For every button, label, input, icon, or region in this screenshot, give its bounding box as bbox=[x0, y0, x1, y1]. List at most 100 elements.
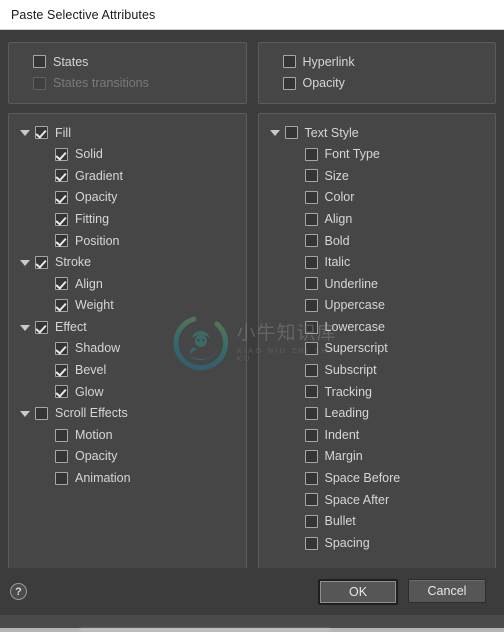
attribute-row[interactable]: Space After bbox=[259, 489, 496, 511]
attribute-row[interactable]: Bullet bbox=[259, 511, 496, 533]
attribute-row[interactable]: Bevel bbox=[9, 360, 246, 382]
checkbox-lowercase[interactable] bbox=[304, 320, 318, 334]
chevron-down-icon[interactable] bbox=[19, 126, 32, 139]
checkbox-fill[interactable] bbox=[35, 126, 48, 140]
graphic-attributes-panel: Fill Solid Gradient Opacity Fitting Position S… bbox=[8, 113, 247, 585]
attribute-row[interactable]: States transitions bbox=[9, 73, 246, 95]
help-icon[interactable]: ? bbox=[10, 583, 27, 600]
checkbox-gradient[interactable] bbox=[55, 169, 68, 183]
checkbox-motion[interactable] bbox=[55, 428, 68, 442]
checkbox-position[interactable] bbox=[55, 234, 68, 248]
attribute-row[interactable]: Superscript bbox=[259, 338, 496, 360]
attribute-row[interactable]: Bold bbox=[259, 230, 496, 252]
attribute-row[interactable]: Margin bbox=[259, 446, 496, 468]
attribute-row[interactable]: Uppercase bbox=[259, 295, 496, 317]
chevron-down-icon[interactable] bbox=[19, 407, 32, 420]
checkbox-label: Underline bbox=[324, 276, 379, 291]
attribute-row[interactable]: Underline bbox=[259, 273, 496, 295]
attribute-row[interactable]: Fill bbox=[9, 122, 246, 144]
checkbox-font-type[interactable] bbox=[304, 147, 318, 161]
attribute-row[interactable]: Fitting bbox=[9, 208, 246, 230]
checkbox-label: Align bbox=[75, 276, 103, 291]
checkbox-tracking[interactable] bbox=[304, 385, 318, 399]
attribute-row[interactable]: Size bbox=[259, 165, 496, 187]
checkbox-label: Fitting bbox=[75, 211, 110, 226]
attribute-row[interactable]: Font Type bbox=[259, 144, 496, 166]
attribute-row[interactable]: Effect bbox=[9, 316, 246, 338]
checkbox-weight[interactable] bbox=[55, 299, 68, 313]
checkbox-underline[interactable] bbox=[304, 277, 318, 291]
checkbox-hyperlink[interactable] bbox=[282, 55, 296, 69]
attribute-row[interactable]: Gradient bbox=[9, 165, 246, 187]
attribute-row[interactable]: Color bbox=[259, 187, 496, 209]
checkbox-opacity[interactable] bbox=[55, 450, 68, 464]
attribute-row[interactable]: Solid bbox=[9, 144, 246, 166]
checkbox-bullet[interactable] bbox=[304, 514, 318, 528]
attribute-row[interactable]: Align bbox=[9, 273, 246, 295]
checkbox-margin[interactable] bbox=[304, 450, 318, 464]
checkbox-leading[interactable] bbox=[304, 407, 318, 421]
checkbox-solid[interactable] bbox=[55, 147, 68, 161]
attribute-row[interactable]: Space Before bbox=[259, 468, 496, 490]
checkbox-uppercase[interactable] bbox=[304, 299, 318, 313]
attribute-row[interactable]: Scroll Effects bbox=[9, 403, 246, 425]
checkbox-shadow[interactable] bbox=[55, 342, 68, 356]
checkbox-align[interactable] bbox=[55, 277, 68, 291]
attribute-row[interactable]: Leading bbox=[259, 403, 496, 425]
attribute-row[interactable]: Indent bbox=[259, 424, 496, 446]
chevron-down-icon[interactable] bbox=[19, 321, 32, 334]
checkbox-spacing[interactable] bbox=[304, 536, 318, 550]
checkbox-space-before[interactable] bbox=[304, 471, 318, 485]
checkbox-fitting[interactable] bbox=[55, 212, 68, 226]
checkbox-superscript[interactable] bbox=[304, 342, 318, 356]
attribute-row[interactable]: Tracking bbox=[259, 381, 496, 403]
checkbox-opacity[interactable] bbox=[55, 191, 68, 205]
attribute-row[interactable]: Subscript bbox=[259, 360, 496, 382]
background-page-strip bbox=[0, 615, 504, 632]
checkbox-effect[interactable] bbox=[35, 320, 48, 334]
checkbox-size[interactable] bbox=[304, 169, 318, 183]
attribute-row[interactable]: Italic bbox=[259, 252, 496, 274]
attribute-row[interactable]: Position bbox=[9, 230, 246, 252]
attribute-row[interactable]: Stroke bbox=[9, 252, 246, 274]
attribute-row[interactable]: Hyperlink bbox=[259, 51, 496, 73]
attribute-row[interactable]: States bbox=[9, 51, 246, 73]
attribute-row[interactable]: Motion bbox=[9, 424, 246, 446]
attribute-row[interactable]: Shadow bbox=[9, 338, 246, 360]
checkbox-opacity[interactable] bbox=[282, 76, 296, 90]
attribute-row[interactable]: Opacity bbox=[9, 187, 246, 209]
checkbox-glow[interactable] bbox=[55, 385, 68, 399]
attribute-row[interactable]: Opacity bbox=[9, 446, 246, 468]
checkbox-space-after[interactable] bbox=[304, 493, 318, 507]
attribute-row[interactable]: Text Style bbox=[259, 122, 496, 144]
chevron-down-icon[interactable] bbox=[269, 126, 282, 139]
checkbox-label: Effect bbox=[55, 319, 87, 334]
cancel-button[interactable]: Cancel bbox=[408, 578, 486, 603]
checkbox-animation[interactable] bbox=[55, 471, 68, 485]
attribute-row[interactable]: Glow bbox=[9, 381, 246, 403]
attribute-row[interactable]: Opacity bbox=[259, 73, 496, 95]
attribute-row[interactable]: Weight bbox=[9, 295, 246, 317]
attribute-row[interactable]: Align bbox=[259, 208, 496, 230]
checkbox-bold[interactable] bbox=[304, 234, 318, 248]
checkbox-color[interactable] bbox=[304, 191, 318, 205]
checkbox-label: Space Before bbox=[324, 471, 401, 486]
checkbox-indent[interactable] bbox=[304, 428, 318, 442]
checkbox-scroll-effects[interactable] bbox=[35, 407, 48, 421]
checkbox-stroke[interactable] bbox=[35, 255, 48, 269]
chevron-down-icon[interactable] bbox=[19, 256, 32, 269]
checkbox-label: Leading bbox=[324, 406, 370, 421]
checkbox-bevel[interactable] bbox=[55, 363, 68, 377]
checkbox-states[interactable] bbox=[33, 55, 46, 69]
attribute-row[interactable]: Lowercase bbox=[259, 316, 496, 338]
checkbox-label: Text Style bbox=[304, 125, 359, 140]
attribute-row[interactable]: Animation bbox=[9, 468, 246, 490]
checkbox-italic[interactable] bbox=[304, 255, 318, 269]
checkbox-align[interactable] bbox=[304, 212, 318, 226]
checkbox-label: Stroke bbox=[55, 255, 92, 270]
checkbox-text-style[interactable] bbox=[284, 126, 298, 140]
checkbox-label: Uppercase bbox=[324, 298, 385, 313]
ok-button[interactable]: OK bbox=[318, 578, 398, 605]
attribute-row[interactable]: Spacing bbox=[259, 532, 496, 554]
checkbox-subscript[interactable] bbox=[304, 363, 318, 377]
